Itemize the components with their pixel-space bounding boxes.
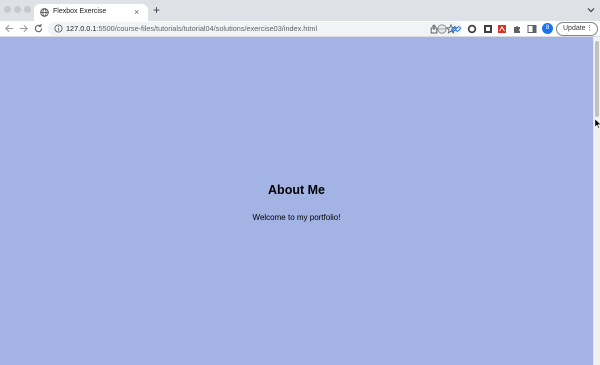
chevron-down-icon[interactable] — [586, 5, 596, 15]
translate-extension-icon[interactable] — [437, 24, 447, 34]
notion-extension-icon[interactable] — [483, 24, 493, 34]
url-text[interactable]: 127.0.0.1:5500/course-files/tutorials/tu… — [66, 24, 317, 34]
link-extension-icon[interactable] — [451, 24, 461, 34]
scrollbar-thumb[interactable] — [595, 41, 599, 117]
close-window-button[interactable] — [4, 6, 11, 13]
more-menu-icon[interactable]: ⋮ — [586, 23, 593, 35]
tab-strip: Flexbox Exercise × + — [0, 0, 600, 21]
vertical-scrollbar[interactable] — [593, 37, 600, 365]
maximize-window-button[interactable] — [24, 6, 31, 13]
mouse-cursor-icon — [595, 119, 600, 129]
globe-icon — [40, 8, 49, 17]
new-tab-button[interactable]: + — [153, 4, 160, 16]
page-viewport: About Me Welcome to my portfolio! — [0, 37, 593, 365]
browser-toolbar: 127.0.0.1:5500/course-files/tutorials/tu… — [0, 21, 600, 37]
url-host: 127.0.0.1 — [66, 24, 97, 33]
info-icon[interactable] — [54, 24, 63, 33]
url-path: :5500/course-files/tutorials/tutorial04/… — [96, 24, 318, 33]
back-arrow-icon[interactable] — [4, 23, 15, 34]
profile-avatar[interactable]: 8 — [542, 23, 553, 34]
close-tab-icon[interactable]: × — [134, 6, 139, 18]
forward-arrow-icon[interactable] — [18, 23, 29, 34]
tab-title: Flexbox Exercise — [53, 8, 107, 15]
address-bar[interactable]: 127.0.0.1:5500/course-files/tutorials/tu… — [48, 22, 462, 36]
tab-flexbox-exercise[interactable]: Flexbox Exercise × — [34, 4, 148, 21]
minimize-window-button[interactable] — [14, 6, 21, 13]
update-button[interactable]: Update ⋮ — [556, 22, 598, 36]
page-heading: About Me — [268, 183, 325, 197]
pdf-extension-icon[interactable] — [497, 24, 507, 34]
puzzle-icon[interactable] — [512, 24, 522, 34]
reload-icon[interactable] — [33, 23, 44, 34]
welcome-text: Welcome to my portfolio! — [252, 213, 341, 222]
side-panel-icon[interactable] — [527, 24, 537, 34]
wordpress-extension-icon[interactable] — [467, 24, 477, 34]
update-button-label: Update — [563, 25, 586, 32]
